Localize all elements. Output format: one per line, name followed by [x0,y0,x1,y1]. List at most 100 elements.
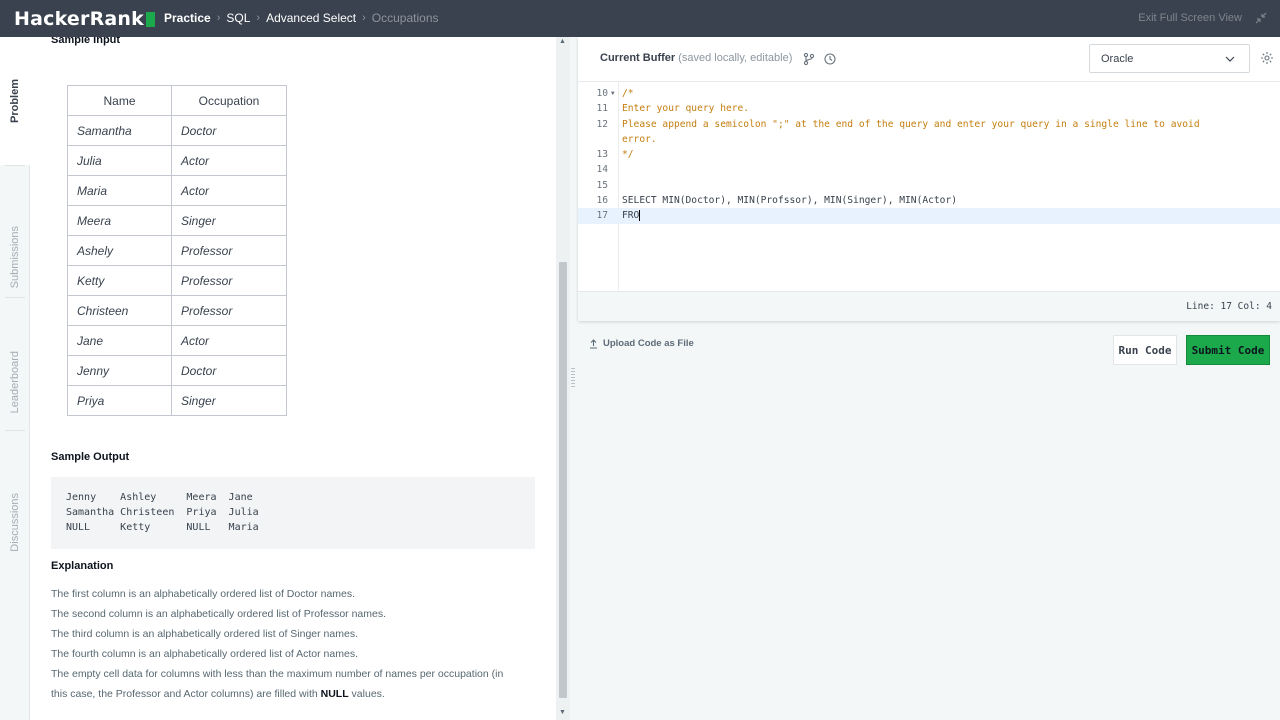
explanation-line: The third column is an alphabetically or… [51,628,358,640]
table-row: Jenny Doctor [67,355,287,386]
hackerrank-logo[interactable]: HackerRank [14,8,155,30]
tab-submissions-label: Submissions [9,225,21,289]
tab-divider [5,297,25,298]
cell-name: Ketty [67,265,172,296]
tab-problem-label: Problem [9,78,21,123]
cell-name: Samantha [67,115,172,146]
cell-name: Meera [67,205,172,236]
cell-occupation: Actor [171,325,287,356]
cell-name: Jane [67,325,172,356]
line-number: 14 [596,164,608,176]
cell-name: Jenny [67,355,172,386]
line-text: /* [622,88,634,99]
breadcrumb-practice[interactable]: Practice [164,11,211,25]
line-text: Please append a semicolon ";" at the end… [622,118,1200,130]
cell-name: Julia [67,145,172,176]
code-line[interactable]: 12 Please append a semicolon ";" at the e… [578,117,1280,132]
language-select[interactable]: Oracle [1089,44,1250,73]
cell-name: Priya [67,385,172,416]
table-row: Meera Singer [67,205,287,236]
code-line[interactable]: 14 [578,162,1280,177]
side-tabs: Problem Submissions Leaderboard Discussi… [0,37,30,720]
editor-header: Current Buffer (saved locally, editable)… [578,37,1280,82]
table-row: Ashely Professor [67,235,287,266]
scroll-up-icon[interactable]: ▲ [559,38,566,45]
breadcrumb-advanced-select[interactable]: Advanced Select [266,11,356,25]
code-line[interactable]: 15 [578,178,1280,193]
gear-icon[interactable] [1260,51,1274,65]
tab-divider [5,165,25,166]
table-row: Christeen Professor [67,295,287,326]
submit-code-button[interactable]: Submit Code [1186,335,1270,365]
buffer-title: Current Buffer (saved locally, editable) [600,52,792,64]
scroll-down-icon[interactable]: ▼ [559,709,566,716]
tab-discussions-label: Discussions [9,492,21,552]
problem-panel: Sample Input Name Occupation Samantha Doc… [30,37,556,720]
chevron-right-icon: › [216,12,221,24]
table-header-row: Name Occupation [67,85,287,116]
cell-name: Christeen [67,295,172,326]
cell-occupation: Professor [171,295,287,326]
explanation-line: The empty cell data for columns with les… [51,668,504,680]
line-text: SELECT MIN(Doctor), MIN(Profssor), MIN(S… [622,195,958,207]
line-text: FRO [622,210,640,222]
code-line[interactable]: error. [578,132,1280,147]
null-keyword: NULL [320,688,349,700]
explanation-heading: Explanation [51,560,114,572]
tab-discussions[interactable]: Discussions [0,457,30,587]
table-row: Maria Actor [67,175,287,206]
run-code-button[interactable]: Run Code [1113,335,1177,365]
line-text: */ [622,149,634,161]
cell-occupation: Singer [171,205,287,236]
code-line[interactable]: 13 */ [578,147,1280,162]
table-row: Samantha Doctor [67,115,287,146]
tab-divider [5,430,25,431]
scrollbar-thumb[interactable] [559,262,567,698]
tab-leaderboard-label: Leaderboard [9,350,21,414]
collapse-icon[interactable] [1254,11,1268,25]
sample-output-heading: Sample Output [51,451,130,463]
breadcrumb-sql[interactable]: SQL [226,11,250,25]
split-drag-handle[interactable] [571,368,575,388]
fold-arrow-icon[interactable]: ▼ [611,86,615,101]
code-line[interactable]: 10 ▼ /* [578,86,1280,101]
tab-leaderboard[interactable]: Leaderboard [0,317,30,447]
explanation-line: this case, the Professor and Actor colum… [51,688,385,700]
tab-problem[interactable]: Problem [0,37,30,165]
explanation-line: The fourth column is an alphabetically o… [51,648,358,660]
line-text: Enter your query here. [622,103,750,115]
history-icon[interactable] [823,52,837,66]
code-line-active[interactable]: 17 FRO [578,208,1280,224]
explanation-text: this case, the Professor and Actor colum… [51,688,318,700]
chevron-right-icon: › [256,12,261,24]
cell-occupation: Actor [171,175,287,206]
cell-occupation: Doctor [171,115,287,146]
code-line[interactable]: 11 Enter your query here. [578,101,1280,116]
line-text-wrap: FRO [622,208,641,223]
upload-code-button[interactable]: Upload Code as File [589,338,694,349]
branch-icon[interactable] [802,52,816,66]
language-value: Oracle [1101,53,1134,65]
tab-submissions[interactable]: Submissions [0,197,30,317]
text-cursor [639,209,641,221]
table-row: Priya Singer [67,385,287,416]
chevron-down-icon [1225,56,1235,62]
code-editor: Current Buffer (saved locally, editable)… [578,37,1280,321]
exit-fullscreen-link[interactable]: Exit Full Screen View [1138,12,1242,24]
code-line[interactable]: 16 SELECT MIN(Doctor), MIN(Profssor), MIN… [578,193,1280,208]
cell-occupation: Doctor [171,355,287,386]
line-number: 12 [596,118,608,130]
cell-occupation: Professor [171,265,287,296]
editor-status-bar: Line: 17 Col: 4 [578,291,1280,321]
breadcrumb: Practice › SQL › Advanced Select › Occup… [164,11,439,25]
cell-occupation: Singer [171,385,287,416]
cursor-position: Line: 17 Col: 4 [1186,301,1272,312]
explanation-tail: values. [348,688,385,700]
sample-output-block: Jenny Ashley Meera Jane Samantha Christe… [51,477,535,549]
breadcrumb-occupations: Occupations [371,11,439,25]
buffer-title-text: Current Buffer [600,52,676,64]
code-area[interactable]: 10 ▼ /* 11 Enter your query here. 12 Please … [578,86,1280,224]
upload-label: Upload Code as File [603,338,694,349]
explanation-line: The second column is an alphabetically o… [51,608,387,620]
upload-icon [590,338,597,349]
